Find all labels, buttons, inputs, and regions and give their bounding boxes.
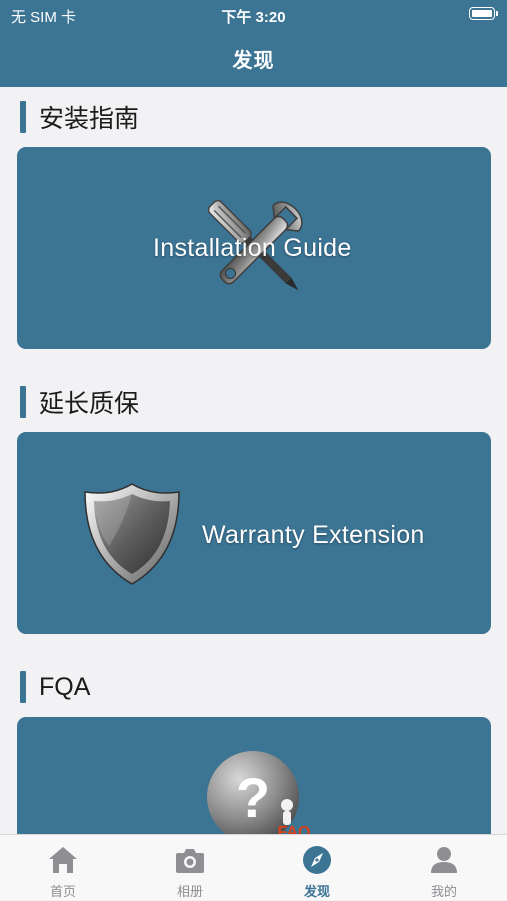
tab-discover-label: 发现 <box>303 884 330 899</box>
tab-discover[interactable]: 发现 <box>254 835 380 901</box>
header: 无 SIM 卡 下午 3:20 发现 <box>0 0 507 87</box>
section-title-text: 安装指南 <box>39 105 140 133</box>
status-time: 下午 3:20 <box>221 9 286 26</box>
tab-home-label: 首页 <box>49 884 76 899</box>
home-icon <box>49 847 77 873</box>
installation-guide-label: Installation Guide <box>153 234 352 262</box>
battery-icon <box>469 7 498 20</box>
question-icon: ? FAQ <box>207 751 310 839</box>
page-title: 发现 <box>232 50 275 72</box>
svg-text:?: ? <box>236 766 270 829</box>
tab-album-label: 相册 <box>176 884 203 899</box>
warranty-extension-label: Warranty Extension <box>202 521 425 549</box>
section-title-fqa: FQA <box>20 670 90 704</box>
compass-icon <box>303 846 331 874</box>
tab-bar: 首页 相册 发现 我的 <box>0 834 507 900</box>
section-accent-bar <box>20 101 26 133</box>
section-title-warranty: 延长质保 <box>20 385 139 419</box>
shield-icon <box>84 483 180 585</box>
status-bar: 无 SIM 卡 下午 3:20 <box>0 0 507 30</box>
section-accent-bar <box>20 386 26 418</box>
warranty-extension-card[interactable]: Warranty Extension <box>17 432 491 634</box>
section-accent-bar <box>20 671 26 703</box>
tab-me-label: 我的 <box>430 884 457 899</box>
tab-me[interactable]: 我的 <box>381 835 507 901</box>
tab-home[interactable]: 首页 <box>0 835 126 901</box>
camera-icon <box>176 849 204 873</box>
section-title-text: FQA <box>39 672 91 701</box>
tab-album[interactable]: 相册 <box>127 835 253 901</box>
person-icon <box>431 847 457 873</box>
section-title-installation: 安装指南 <box>20 100 139 134</box>
installation-guide-card[interactable]: Installation Guide <box>17 147 491 349</box>
section-title-text: 延长质保 <box>39 390 140 418</box>
